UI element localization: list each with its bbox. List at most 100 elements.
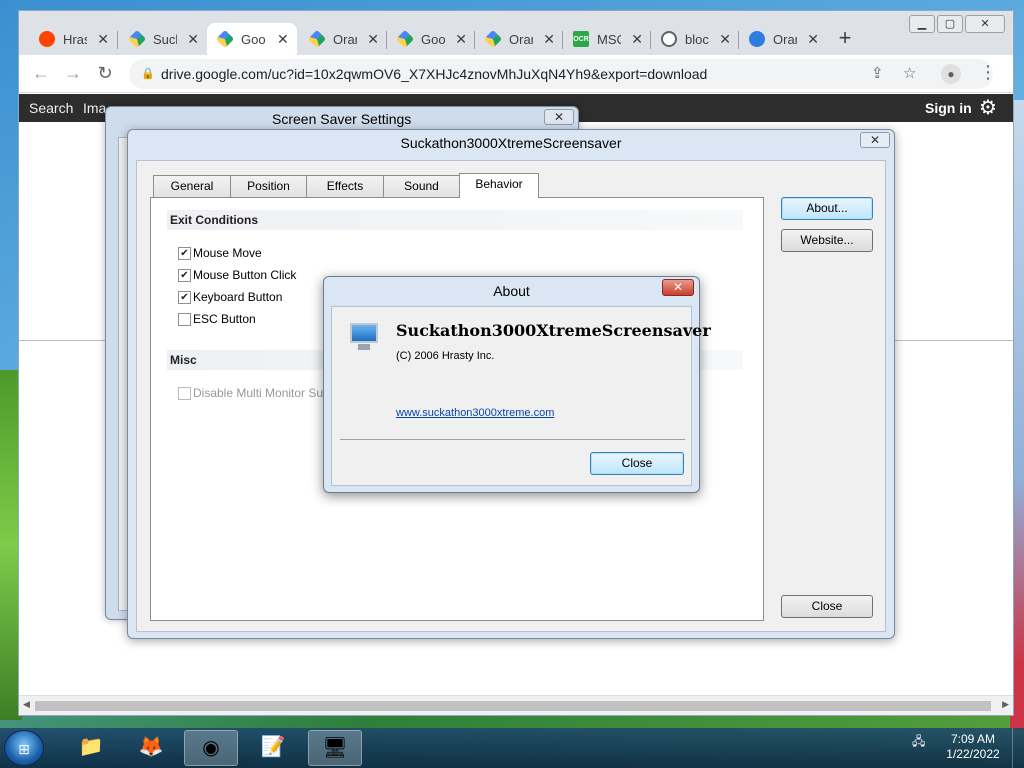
checkbox-label: ESC Button xyxy=(193,312,256,326)
tab-title: bloc xyxy=(685,31,709,47)
checkbox-mouse-move[interactable]: ✔ Mouse Move xyxy=(178,246,262,260)
close-tab-icon[interactable]: ✕ xyxy=(543,31,555,48)
checkbox-checked-icon[interactable]: ✔ xyxy=(178,290,191,304)
section-exit-conditions: Exit Conditions xyxy=(167,210,743,230)
new-tab-button[interactable]: + xyxy=(831,27,859,51)
close-tab-icon[interactable]: ✕ xyxy=(97,31,109,48)
clock-date: 1/22/2022 xyxy=(946,747,1000,761)
checkbox-disable-multi-monitor: Disable Multi Monitor Suppo xyxy=(178,386,343,400)
minimize-icon[interactable]: ▁ xyxy=(909,15,935,33)
google-bar-link-search[interactable]: Search xyxy=(29,100,73,116)
checkbox-unchecked-icon xyxy=(178,386,191,400)
firefox-icon[interactable]: 🦊 xyxy=(124,730,178,766)
profile-avatar-icon[interactable]: ● xyxy=(941,64,961,84)
checkbox-label: Mouse Button Click xyxy=(193,268,297,282)
ocr-icon: OCR xyxy=(573,31,589,47)
close-icon[interactable]: ✕ xyxy=(662,279,694,296)
close-tab-icon[interactable]: ✕ xyxy=(719,31,731,48)
screensaver-app-icon[interactable]: 🖥 xyxy=(308,730,362,766)
clock[interactable]: 7:09 AM 1/22/2022 xyxy=(942,732,1004,762)
checkbox-unchecked-icon[interactable] xyxy=(178,312,191,326)
about-button[interactable]: About... xyxy=(781,197,873,220)
address-bar[interactable]: 🔒 drive.google.com/uc?id=10x2qwmOV6_X7XH… xyxy=(129,59,993,89)
checkbox-checked-icon[interactable]: ✔ xyxy=(178,246,191,260)
drive-icon xyxy=(395,29,415,49)
browser-tab[interactable]: bloc ✕ xyxy=(651,23,737,55)
close-icon[interactable]: ✕ xyxy=(860,132,890,148)
drive-icon xyxy=(215,29,235,49)
tab-title: Orar xyxy=(333,31,358,47)
forward-icon[interactable]: → xyxy=(61,62,85,86)
browser-tab[interactable]: Suck ✕ xyxy=(119,23,205,55)
back-icon[interactable]: ← xyxy=(29,62,53,86)
url-text: drive.google.com/uc?id=10x2qwmOV6_X7XHJc… xyxy=(161,66,708,82)
close-tab-icon[interactable]: ✕ xyxy=(631,31,643,48)
browser-tab[interactable]: Goo ✕ xyxy=(387,23,473,55)
tab-title: MSC xyxy=(597,31,622,47)
show-desktop-button[interactable] xyxy=(1012,728,1024,768)
product-name: Suckathon3000XtremeScreensaver xyxy=(396,321,711,340)
horizontal-scrollbar[interactable]: ◀ ▶ xyxy=(19,695,1013,715)
checkbox-esc-button[interactable]: ESC Button xyxy=(178,312,256,326)
bookmark-star-icon[interactable]: ☆ xyxy=(903,59,916,89)
separator xyxy=(340,439,685,440)
browser-tab[interactable]: Orar ✕ xyxy=(475,23,561,55)
sign-in-link[interactable]: Sign in xyxy=(925,100,972,116)
gear-icon[interactable]: ⚙ xyxy=(979,95,997,120)
close-tab-icon[interactable]: ✕ xyxy=(367,31,379,48)
close-tab-icon[interactable]: ✕ xyxy=(807,31,819,48)
browser-tab-active[interactable]: Goo ✕ xyxy=(207,23,297,55)
website-link[interactable]: www.suckathon3000xtreme.com xyxy=(396,407,554,419)
checkbox-label: Disable Multi Monitor Suppo xyxy=(193,386,344,400)
close-tab-icon[interactable]: ✕ xyxy=(455,31,467,48)
about-dialog: About ✕ Suckathon3000XtremeScreensaver (… xyxy=(323,276,711,493)
google-bar-link-images[interactable]: Ima xyxy=(83,100,106,116)
tab-behavior[interactable]: Behavior xyxy=(459,173,539,198)
maximize-icon[interactable]: ▢ xyxy=(937,15,963,33)
checkbox-mouse-button-click[interactable]: ✔ Mouse Button Click xyxy=(178,268,296,282)
website-button[interactable]: Website... xyxy=(781,229,873,252)
drive-icon xyxy=(483,29,503,49)
close-icon[interactable]: ✕ xyxy=(544,109,574,125)
tab-sound[interactable]: Sound xyxy=(383,175,460,197)
close-tab-icon[interactable]: ✕ xyxy=(187,31,199,48)
browser-tab[interactable]: Hras ✕ xyxy=(29,23,115,55)
network-icon[interactable]: 🖧 xyxy=(912,732,925,753)
kebab-menu-icon[interactable]: ⋮ xyxy=(979,62,997,83)
lock-icon: 🔒 xyxy=(141,68,155,80)
tab-effects[interactable]: Effects xyxy=(306,175,384,197)
close-window-icon[interactable]: ✕ xyxy=(965,15,1005,33)
tab-title: Goo xyxy=(241,31,266,47)
chrome-icon[interactable]: ◉ xyxy=(184,730,238,766)
notepad-icon[interactable]: 📝 xyxy=(246,730,300,766)
checkbox-keyboard-button[interactable]: ✔ Keyboard Button xyxy=(178,290,282,304)
scroll-left-icon[interactable]: ◀ xyxy=(23,699,30,710)
checkbox-label: Mouse Move xyxy=(193,246,262,260)
tab-general[interactable]: General xyxy=(153,175,231,197)
about-client: Suckathon3000XtremeScreensaver (C) 2006 … xyxy=(331,306,711,486)
share-icon[interactable]: ⇪ xyxy=(871,59,884,89)
tab-title: Hras xyxy=(63,31,88,47)
tab-title: Orar xyxy=(509,31,534,47)
browser-tab[interactable]: Orar ✕ xyxy=(739,23,825,55)
browser-tab[interactable]: Orar ✕ xyxy=(299,23,385,55)
close-tab-icon[interactable]: ✕ xyxy=(277,31,289,48)
scrollbar-thumb[interactable] xyxy=(35,701,991,711)
reload-icon[interactable]: ↻ xyxy=(93,62,117,86)
copyright-text: (C) 2006 Hrasty Inc. xyxy=(396,350,495,362)
tab-title: Goo xyxy=(421,31,446,47)
start-button[interactable]: ⊞ xyxy=(4,730,44,766)
tab-title: Orar xyxy=(773,31,798,47)
clock-time: 7:09 AM xyxy=(950,732,996,746)
browser-tab[interactable]: OCR MSC ✕ xyxy=(563,23,649,55)
taskbar: ⊞ 📁 🦊 ◉ 📝 🖥 🖧 7:09 AM 1/22/2022 xyxy=(0,728,1024,768)
scroll-right-icon[interactable]: ▶ xyxy=(1002,699,1009,710)
edge-icon xyxy=(749,31,765,47)
explorer-icon[interactable]: 📁 xyxy=(64,730,118,766)
tab-position[interactable]: Position xyxy=(230,175,307,197)
close-button[interactable]: Close xyxy=(781,595,873,618)
checkbox-checked-icon[interactable]: ✔ xyxy=(178,268,191,282)
dialog-title: About xyxy=(493,283,530,299)
tab-strip: Hras ✕ Suck ✕ Goo ✕ Orar ✕ Goo ✕ Orar xyxy=(19,11,1013,55)
about-close-button[interactable]: Close xyxy=(590,452,684,475)
